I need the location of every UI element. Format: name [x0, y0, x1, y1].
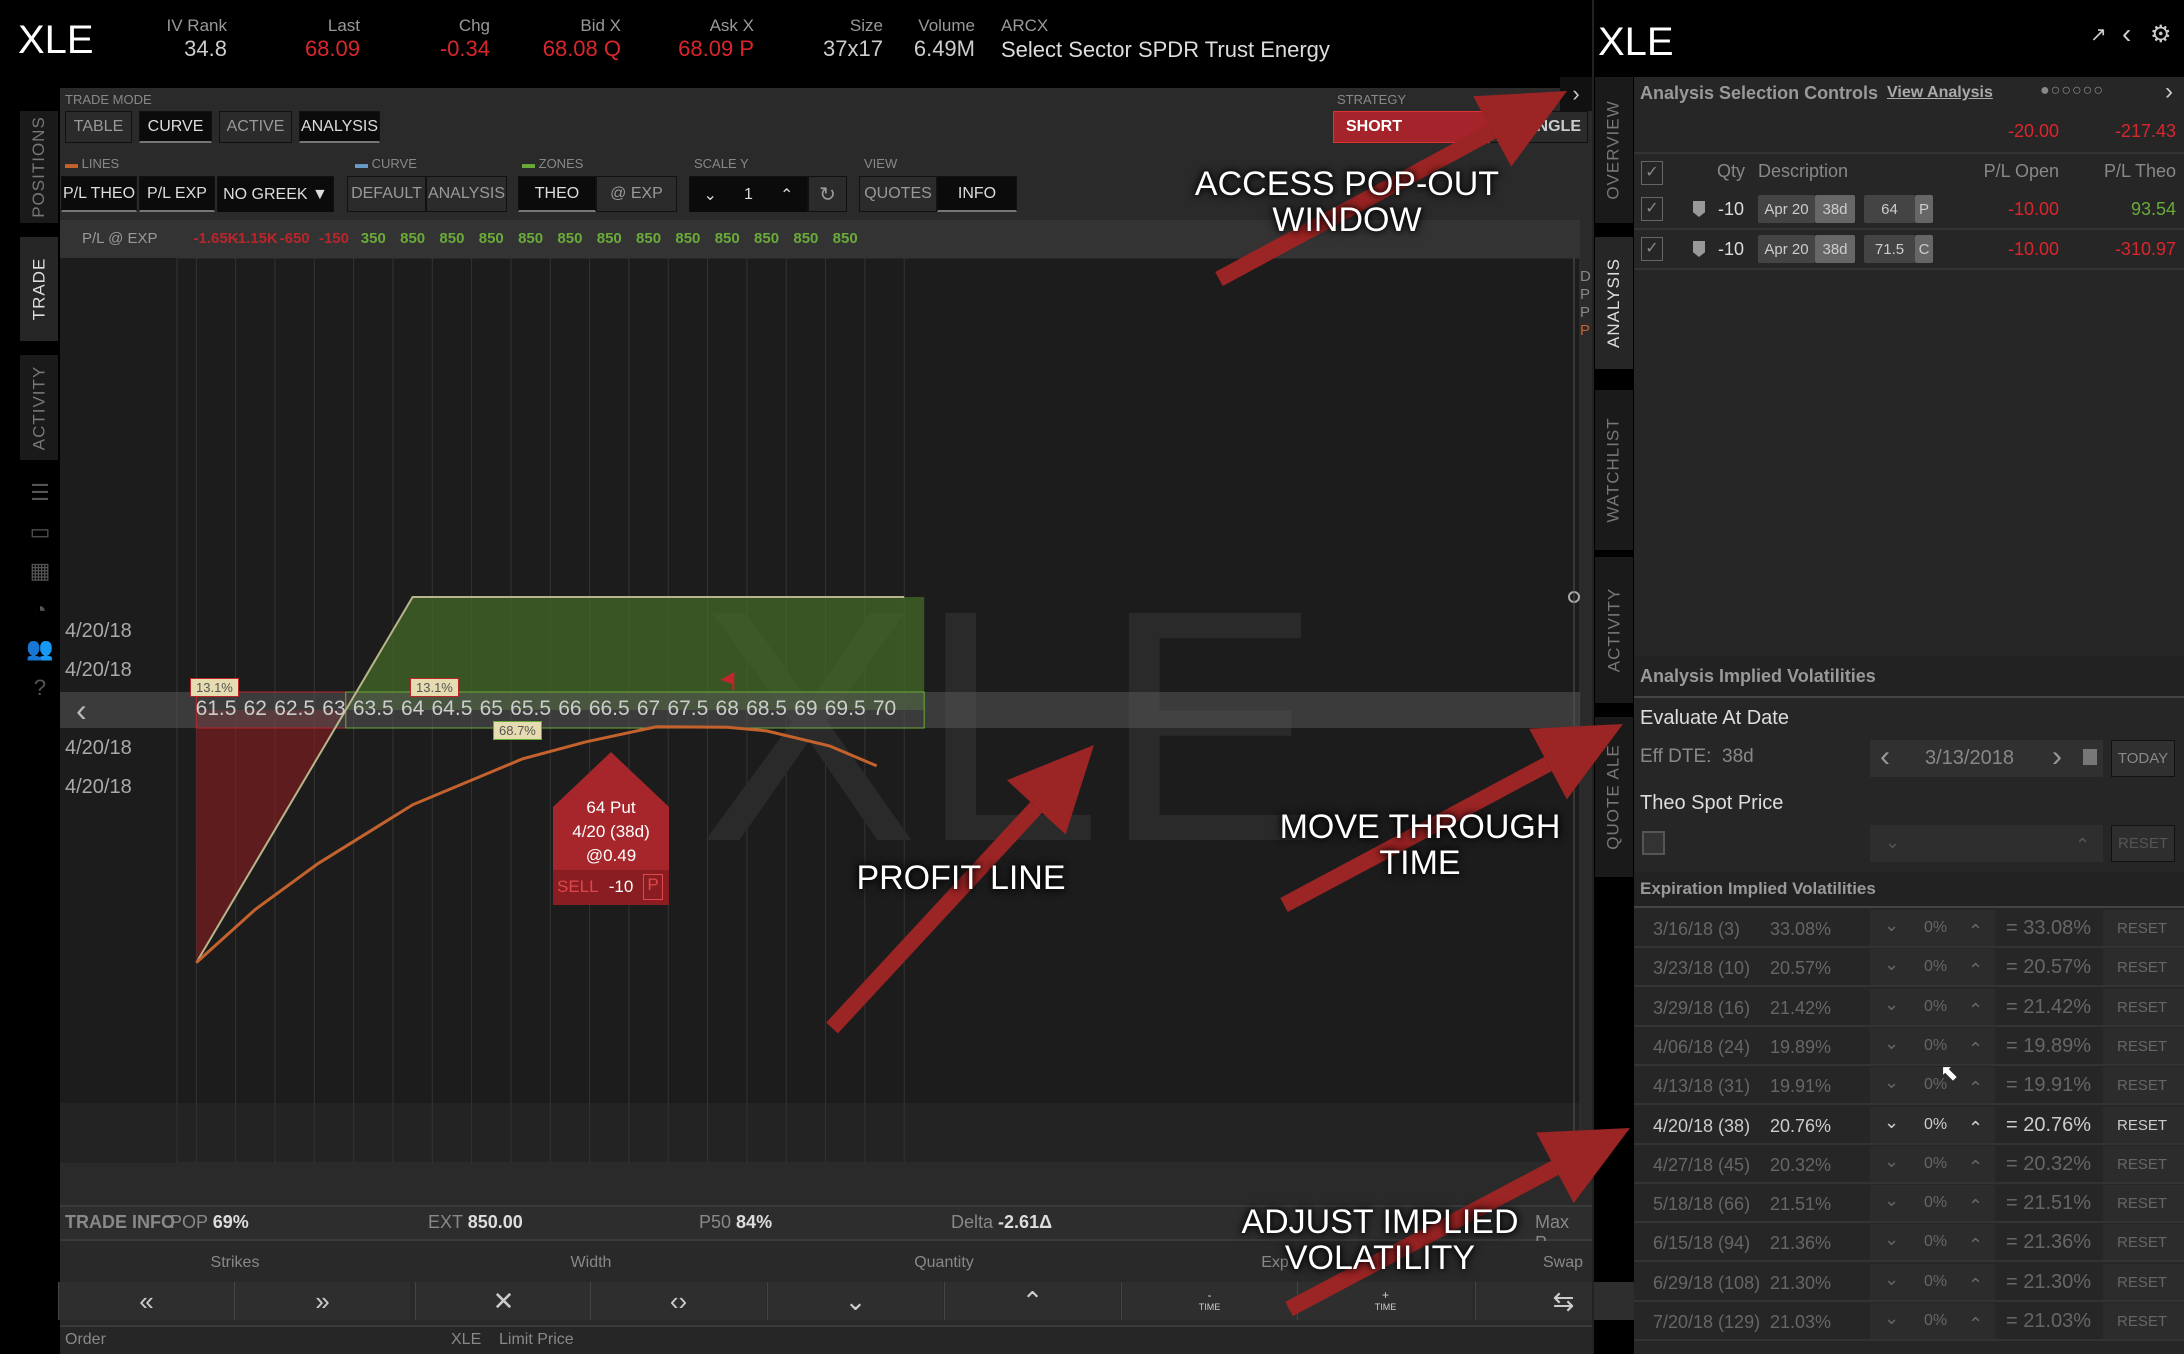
- annotation-iv: ADJUST IMPLIED VOLATILITY: [1241, 1203, 1519, 1277]
- annotation-profit-line: PROFIT LINE: [856, 859, 1066, 897]
- annotation-arrows: [826, 91, 1630, 1317]
- annotation-popout: ACCESS POP-OUT WINDOW: [1194, 165, 1500, 239]
- annotation-arrow-shaft: [826, 801, 1043, 1034]
- annotation-time: MOVE THROUGH TIME: [1279, 808, 1561, 882]
